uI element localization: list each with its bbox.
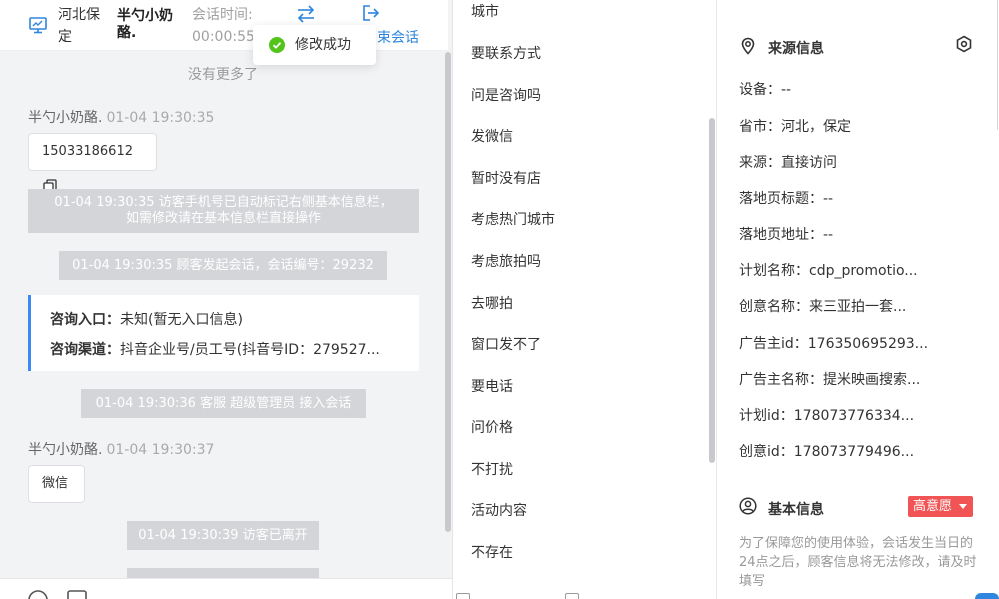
- tag-item[interactable]: 要电话: [471, 376, 513, 396]
- system-message: 01-04 19:30:39 访客已离开: [127, 521, 319, 550]
- message-content: 微信: [42, 476, 69, 491]
- location-pin-icon: [741, 37, 755, 55]
- quick-tag-list: 城市 要联系方式 问是咨询吗 发微信 暂时没有店 考虑热门城市 考虑旅拍吗 去哪…: [453, 0, 717, 599]
- message-bubble: 微信: [28, 465, 85, 503]
- system-text-line1: 01-04 19:30:35 访客手机号已自动标记右侧基本信息栏，: [54, 195, 393, 210]
- image-icon[interactable]: [66, 589, 88, 599]
- intent-level-label: 高意愿: [913, 499, 953, 514]
- info-landing-url: 落地页地址：--: [739, 227, 834, 243]
- transfer-icon[interactable]: [295, 4, 317, 24]
- message-sender: 半勺小奶酪. 01-04 19:30:37: [28, 439, 214, 459]
- chat-header: 河北保定 半勺小奶酪. 会话时间: 00:00:55 束会话: [0, 0, 448, 51]
- monitor-icon: [29, 17, 47, 34]
- consult-channel-row: 咨询渠道：抖音企业号/员工号(抖音号ID：279527...: [50, 339, 380, 359]
- check-circle-icon: [269, 37, 285, 53]
- tag-item[interactable]: 考虑热门城市: [471, 209, 555, 229]
- success-toast: 修改成功: [253, 25, 376, 65]
- tag-item[interactable]: 不存在: [471, 542, 513, 562]
- no-more-text: 没有更多了: [188, 67, 258, 83]
- consult-entry-value: 未知(暂无入口信息): [120, 312, 243, 328]
- info-source: 来源：直接访问: [739, 155, 837, 171]
- end-session-icon[interactable]: [361, 3, 381, 23]
- message-time: 01-04 19:30:37: [106, 442, 215, 458]
- user-circle-icon: [739, 497, 757, 515]
- tag-item[interactable]: 城市: [471, 1, 499, 21]
- consult-channel-label: 咨询渠道：: [50, 342, 120, 358]
- end-session-button[interactable]: 束会话: [377, 28, 419, 48]
- info-plan-name: 计划名称：cdp_promotio...: [739, 263, 918, 279]
- info-scrollbar[interactable]: [997, 0, 998, 130]
- tag-item[interactable]: 活动内容: [471, 500, 527, 520]
- chat-scrollbar[interactable]: [445, 52, 451, 532]
- chat-input-toolbar: [0, 578, 452, 599]
- info-advertiser-name: 广告主名称：提米映画搜索...: [739, 372, 921, 388]
- tag-list-scrollbar[interactable]: [709, 118, 715, 463]
- session-time-label: 会话时间:: [192, 7, 253, 23]
- visitor-name: 半勺小奶酪.: [117, 8, 173, 41]
- intent-level-dropdown[interactable]: 高意愿: [908, 496, 973, 517]
- system-message: 01-04 19:30:36 客服 超级管理员 接入会话: [81, 389, 366, 418]
- tag-item[interactable]: 问是咨询吗: [471, 85, 541, 105]
- tag-item[interactable]: 不打扰: [471, 459, 513, 479]
- tag-item[interactable]: 考虑旅拍吗: [471, 251, 541, 271]
- tag-item[interactable]: 窗口发不了: [471, 334, 541, 354]
- basic-info-title: 基本信息: [768, 502, 824, 518]
- system-message: 01-04 19:30:35 访客手机号已自动标记右侧基本信息栏， 如需修改请在…: [28, 189, 419, 233]
- message-content: 15033186612: [42, 144, 133, 159]
- system-message: 01-04 19:30:35 顾客发起会话，会话编号：29232: [59, 251, 387, 280]
- option-checkbox[interactable]: [565, 593, 579, 599]
- consult-channel-value: 抖音企业号/员工号(抖音号ID：279527...: [120, 342, 380, 358]
- tag-item[interactable]: 要联系方式: [471, 43, 541, 63]
- option-checkbox[interactable]: [456, 593, 470, 599]
- system-text-line2: 如需修改请在基本信息栏直接操作: [125, 211, 321, 226]
- consult-entry-card: 咨询入口：未知(暂无入口信息) 咨询渠道：抖音企业号/员工号(抖音号ID：279…: [28, 295, 419, 371]
- info-creative-name: 创意名称：来三亚拍一套...: [739, 299, 907, 315]
- info-province-city: 省市：河北，保定: [739, 119, 851, 135]
- info-device: 设备：--: [739, 82, 792, 98]
- session-time-value: 00:00:55: [192, 29, 255, 45]
- edit-notice: 为了保障您的使用体验，会话发生当日的24点之后，顾客信息将无法修改，请及时填写: [739, 536, 977, 589]
- info-landing-title: 落地页标题：--: [739, 191, 834, 207]
- visitor-location: 河北保定: [58, 7, 100, 45]
- info-advertiser-id: 广告主id：176350695293...: [739, 336, 929, 352]
- emoji-icon[interactable]: [27, 589, 49, 599]
- sender-name: 半勺小奶酪.: [28, 110, 103, 126]
- settings-hexagon-icon[interactable]: [955, 35, 973, 53]
- toast-text: 修改成功: [295, 37, 351, 53]
- info-plan-id: 计划id：178073776334...: [739, 408, 915, 424]
- chat-panel: 河北保定 半勺小奶酪. 会话时间: 00:00:55 束会话 修改成功 没有更多…: [0, 0, 453, 599]
- source-info-title: 来源信息: [768, 41, 824, 57]
- tag-item[interactable]: 发微信: [471, 126, 513, 146]
- system-message-partial: [127, 568, 319, 578]
- tag-item[interactable]: 问价格: [471, 417, 513, 437]
- tag-item[interactable]: 暂时没有店: [471, 168, 541, 188]
- caret-down-icon: [959, 504, 967, 509]
- consult-entry-row: 咨询入口：未知(暂无入口信息): [50, 309, 243, 329]
- info-creative-id: 创意id：178073779496...: [739, 444, 915, 460]
- message-bubble: 15033186612: [28, 133, 157, 193]
- float-button-partial[interactable]: [975, 593, 999, 599]
- tag-item[interactable]: 去哪拍: [471, 293, 513, 313]
- message-sender: 半勺小奶酪. 01-04 19:30:35: [28, 107, 214, 127]
- sender-name: 半勺小奶酪.: [28, 442, 103, 458]
- message-time: 01-04 19:30:35: [106, 110, 215, 126]
- consult-entry-label: 咨询入口：: [50, 312, 120, 328]
- customer-info-panel: 来源信息 设备：-- 省市：河北，保定 来源：直接访问 落地页标题：-- 落地页…: [717, 0, 999, 599]
